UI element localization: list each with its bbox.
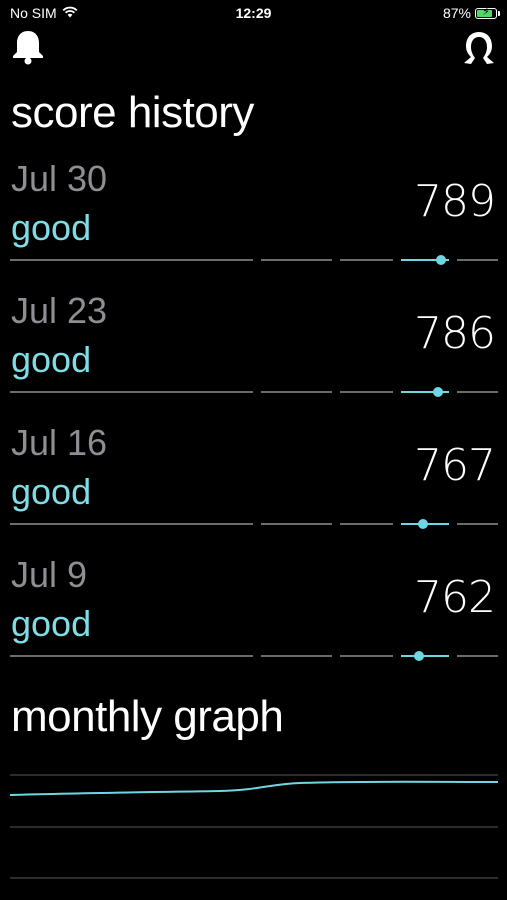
history-row[interactable]: Jul 9 good 762 [0,548,507,680]
graph-score-line [10,780,498,796]
profile-icon[interactable] [460,28,498,71]
score-marker [417,519,428,529]
scale-segment [340,523,393,525]
status-right: 87% ⚡ [442,5,500,21]
history-row[interactable]: Jul 16 good 767 [0,416,507,548]
score-scale [10,516,498,532]
clock: 12:29 [235,5,272,21]
history-row[interactable]: Jul 23 good 786 [0,284,507,416]
score-scale [10,384,498,400]
score-history-list: Jul 30 good 789 Jul 23 good 786 Jul 16 g… [0,152,507,680]
score-scale [10,252,498,268]
scale-segment [261,391,333,393]
scale-segment [10,523,254,525]
scale-segment-active [400,655,450,657]
scale-segment [261,259,333,261]
battery-percent: 87% [442,5,471,21]
scale-segment [457,391,498,393]
row-rating: good [11,207,92,248]
scale-segment [261,655,333,657]
row-score: 789 [414,176,496,227]
score-scale [10,648,498,664]
bell-icon[interactable] [10,28,46,71]
scale-segment [457,523,498,525]
scale-segment [340,259,393,261]
score-history-title: score history [11,88,254,137]
scale-segment [340,655,393,657]
scale-segment [10,391,254,393]
battery-icon: ⚡ [475,5,500,19]
scale-segment [340,391,393,393]
row-rating: good [11,339,92,380]
score-marker [413,651,424,661]
row-score: 786 [414,308,496,359]
scale-segment [457,259,498,261]
scale-segment [457,655,498,657]
row-rating: good [11,471,92,512]
scale-segment [10,655,254,657]
monthly-graph-title: monthly graph [11,692,284,741]
score-marker [435,255,446,265]
scale-segment [10,259,254,261]
top-toolbar [0,28,507,68]
history-row[interactable]: Jul 30 good 789 [0,152,507,284]
scale-segment [261,523,333,525]
charging-bolt-icon: ⚡ [482,5,490,18]
row-rating: good [11,603,92,644]
row-date: Jul 30 [11,158,108,199]
row-date: Jul 23 [11,290,108,331]
row-score: 762 [414,572,496,623]
monthly-graph [10,774,498,879]
score-marker [433,387,444,397]
row-date: Jul 9 [11,554,88,595]
row-date: Jul 16 [11,422,108,463]
row-score: 767 [414,440,496,491]
status-bar: No SIM 12:29 87% ⚡ [0,0,507,28]
